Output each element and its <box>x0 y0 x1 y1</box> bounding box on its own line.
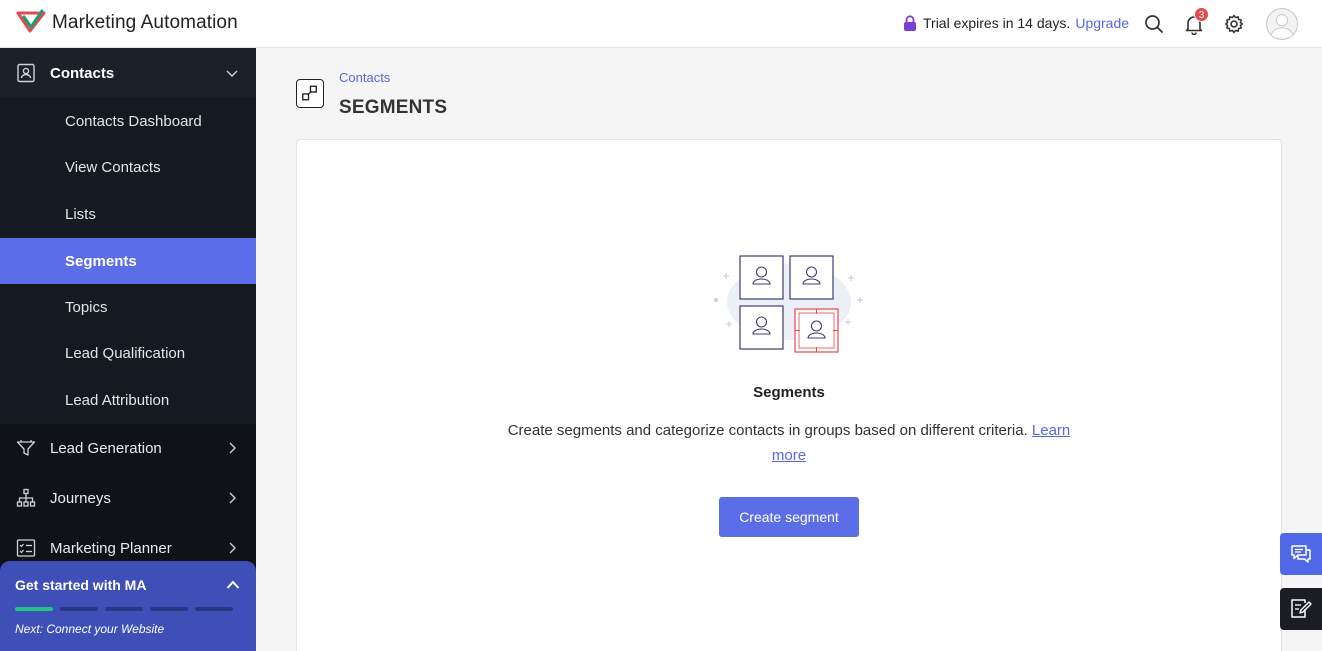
onboarding-progress <box>15 607 233 611</box>
notes-button[interactable] <box>1280 588 1322 630</box>
empty-state-text: Create segments and categorize contacts … <box>507 422 1028 439</box>
chevron-right-icon <box>229 442 236 454</box>
sidebar-item-lead-qualification[interactable]: Lead Qualification <box>0 330 256 376</box>
segments-page-icon <box>296 79 324 108</box>
hierarchy-icon <box>16 488 36 507</box>
empty-state-description: Create segments and categorize contacts … <box>494 418 1084 468</box>
progress-step <box>60 607 98 611</box>
contacts-submenu: Contacts Dashboard View Contacts Lists S… <box>0 98 256 424</box>
progress-step <box>15 607 53 611</box>
sidebar-item-label: Contacts <box>50 64 115 82</box>
trial-text: Trial expires in 14 days. <box>923 15 1071 31</box>
create-segment-button[interactable]: Create segment <box>719 497 859 537</box>
sidebar-item-segments[interactable]: Segments <box>0 238 256 284</box>
avatar[interactable] <box>1266 8 1298 40</box>
notification-badge: 3 <box>1194 7 1209 22</box>
breadcrumb[interactable]: Contacts <box>339 70 390 85</box>
sidebar: Contacts Contacts Dashboard View Contact… <box>0 48 256 651</box>
segments-illustration-icon <box>714 255 863 353</box>
app-title: Marketing Automation <box>52 12 238 33</box>
funnel-icon <box>16 440 36 456</box>
sidebar-item-contacts[interactable]: Contacts <box>0 48 256 98</box>
sidebar-item-lists[interactable]: Lists <box>0 191 256 237</box>
sidebar-item-topics[interactable]: Topics <box>0 284 256 330</box>
sidebar-item-label: Marketing Planner <box>50 539 172 557</box>
search-icon[interactable] <box>1143 13 1165 35</box>
chevron-right-icon <box>229 492 236 504</box>
app-logo-icon[interactable] <box>16 9 46 35</box>
upgrade-link[interactable]: Upgrade <box>1075 15 1129 31</box>
sidebar-item-lead-generation[interactable]: Lead Generation <box>0 423 256 473</box>
gear-icon[interactable] <box>1223 13 1245 35</box>
get-started-title: Get started with MA <box>15 577 147 593</box>
segment-link-icon <box>302 85 317 101</box>
sidebar-item-label: Journeys <box>50 489 111 507</box>
chat-bubbles-icon <box>1291 545 1311 563</box>
user-avatar-icon <box>1270 14 1294 38</box>
trial-banner: Trial expires in 14 days. Upgrade <box>903 15 1129 31</box>
lock-icon <box>904 15 916 31</box>
sidebar-item-view-contacts[interactable]: View Contacts <box>0 144 256 190</box>
contact-card-icon <box>17 63 35 83</box>
sidebar-item-lead-attribution[interactable]: Lead Attribution <box>0 377 256 423</box>
sidebar-item-label: Lead Generation <box>50 439 162 457</box>
chevron-down-icon <box>226 70 238 77</box>
chat-button[interactable] <box>1280 533 1322 575</box>
sidebar-item-journeys[interactable]: Journeys <box>0 473 256 523</box>
progress-step <box>195 607 233 611</box>
top-bar: Marketing Automation Trial expires in 14… <box>0 0 1322 48</box>
chevron-up-icon[interactable] <box>226 579 240 591</box>
next-step-text: Next: Connect your Website <box>15 622 165 636</box>
chevron-right-icon <box>229 542 236 554</box>
notes-edit-icon <box>1291 599 1312 618</box>
progress-step <box>150 607 188 611</box>
checklist-icon <box>16 539 36 557</box>
progress-step <box>105 607 143 611</box>
empty-state-title: Segments <box>753 384 825 401</box>
page-title: SEGMENTS <box>339 97 448 118</box>
get-started-panel[interactable]: Get started with MA Next: Connect your W… <box>0 561 256 651</box>
sidebar-item-contacts-dashboard[interactable]: Contacts Dashboard <box>0 98 256 144</box>
